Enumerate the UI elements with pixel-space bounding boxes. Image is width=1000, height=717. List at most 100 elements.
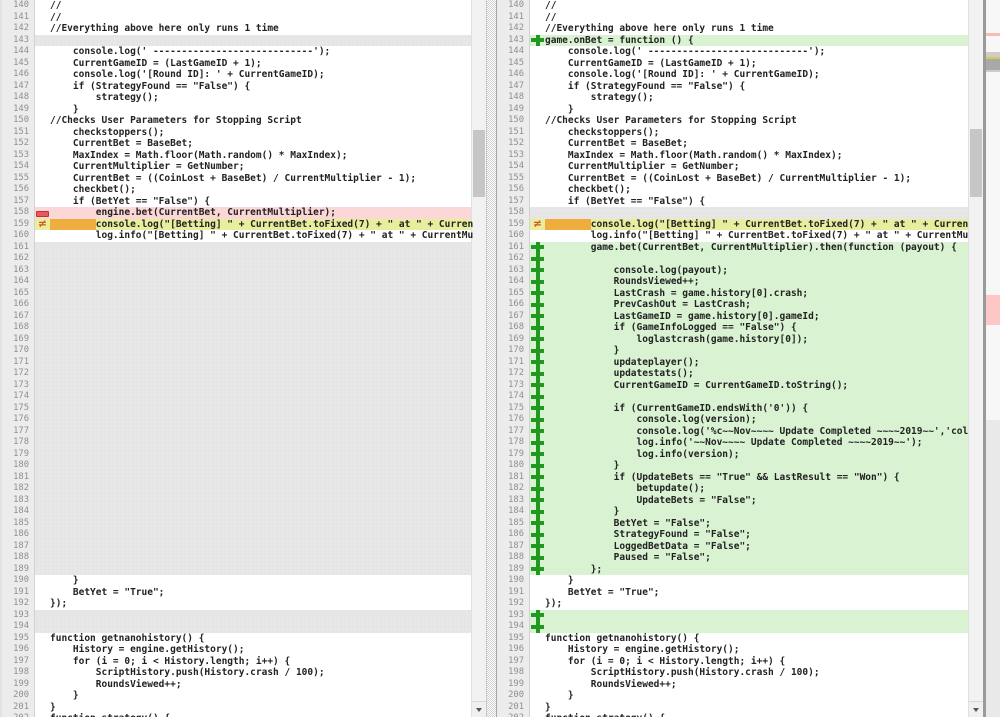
left-scrollbar-down-button[interactable] [472,701,486,717]
right-scrollbar-down-button[interactable] [969,701,983,717]
code-row[interactable]: 175 [2,403,473,415]
code-row[interactable]: 159 console.log("[Betting] " + CurrentBe… [497,219,968,231]
added-line-icon[interactable] [531,253,544,265]
code-row[interactable]: 176 console.log(version); [497,414,968,426]
added-line-icon[interactable] [531,288,544,300]
code-row[interactable]: 199 RoundsViewed++; [2,679,473,691]
code-row[interactable]: 169 [2,334,473,346]
code-row[interactable]: 185 BetYet = "False"; [497,518,968,530]
left-scrollbar[interactable] [471,0,486,717]
code-row[interactable]: 189 [2,564,473,576]
code-row[interactable]: 180 [2,460,473,472]
code-row[interactable]: 168 [2,322,473,334]
code-row[interactable]: 147 if (StrategyFound == "False") { [497,81,968,93]
code-row[interactable]: 201} [2,702,473,714]
code-row[interactable]: 183 [2,495,473,507]
added-line-icon[interactable] [531,518,544,530]
added-line-icon[interactable] [531,242,544,254]
code-row[interactable]: 150//Checks User Parameters for Stopping… [2,115,473,127]
added-line-icon[interactable] [531,311,544,323]
added-line-icon[interactable] [531,506,544,518]
code-row[interactable]: 196 History = engine.getHistory(); [2,644,473,656]
code-row[interactable]: 192}); [2,598,473,610]
code-row[interactable]: 173 [2,380,473,392]
code-row[interactable]: 177 [2,426,473,438]
code-row[interactable]: 195function getnanohistory() { [2,633,473,645]
code-row[interactable]: 157 if (BetYet == "False") { [497,196,968,208]
code-row[interactable]: 181 if (UpdateBets == "True" && LastResu… [497,472,968,484]
code-row[interactable]: 196 History = engine.getHistory(); [497,644,968,656]
code-row[interactable]: 200 } [497,690,968,702]
code-row[interactable]: 140// [497,0,968,12]
changed-line-icon[interactable] [531,219,544,231]
code-row[interactable]: 172 [2,368,473,380]
code-row[interactable]: 144 console.log(' ----------------------… [497,46,968,58]
code-row[interactable]: 178 log.info('~~Nov~~~~ Update Completed… [497,437,968,449]
code-row[interactable]: 172 updatestats(); [497,368,968,380]
code-row[interactable]: 170 [2,345,473,357]
added-line-icon[interactable] [531,391,544,403]
code-row[interactable]: 167 LastGameID = game.history[0].gameId; [497,311,968,323]
code-row[interactable]: 143game.onBet = function () { [497,35,968,47]
added-line-icon[interactable] [531,610,544,622]
code-row[interactable]: 165 [2,288,473,300]
code-row[interactable]: 202function strategy() { [2,713,473,717]
code-row[interactable]: 141// [2,12,473,24]
code-row[interactable]: 178 [2,437,473,449]
code-row[interactable]: 143 [2,35,473,47]
code-row[interactable]: 148 strategy(); [2,92,473,104]
added-line-icon[interactable] [531,334,544,346]
code-row[interactable]: 199 RoundsViewed++; [497,679,968,691]
diff-overview-map[interactable] [986,0,1000,717]
code-row[interactable]: 152 CurrentBet = BaseBet; [497,138,968,150]
code-row[interactable]: 187 [2,541,473,553]
code-row[interactable]: 182 [2,483,473,495]
code-row[interactable]: 142//Everything above here only runs 1 t… [2,23,473,35]
added-line-icon[interactable] [531,35,544,47]
added-line-icon[interactable] [531,541,544,553]
code-row[interactable]: 154 CurrentMultiplier = GetNumber; [497,161,968,173]
code-row[interactable]: 179 log.info(version); [497,449,968,461]
removed-line-icon[interactable] [36,211,49,217]
added-line-icon[interactable] [531,380,544,392]
code-row[interactable]: 164 RoundsViewed++; [497,276,968,288]
code-row[interactable]: 185 [2,518,473,530]
code-row[interactable]: 148 strategy(); [497,92,968,104]
added-line-icon[interactable] [531,529,544,541]
code-row[interactable]: 147 if (StrategyFound == "False") { [2,81,473,93]
code-row[interactable]: 186 [2,529,473,541]
code-row[interactable]: 145 CurrentGameID = (LastGameID + 1); [2,58,473,70]
code-row[interactable]: 174 [497,391,968,403]
code-row[interactable]: 153 MaxIndex = Math.floor(Math.random() … [497,150,968,162]
code-row[interactable]: 164 [2,276,473,288]
added-line-icon[interactable] [531,449,544,461]
code-row[interactable]: 159 console.log("[Betting] " + CurrentBe… [2,219,473,231]
code-row[interactable]: 174 [2,391,473,403]
code-row[interactable]: 171 updateplayer(); [497,357,968,369]
code-row[interactable]: 190 } [2,575,473,587]
code-row[interactable]: 169 loglastcrash(game.history[0]); [497,334,968,346]
code-row[interactable]: 176 [2,414,473,426]
code-row[interactable]: 154 CurrentMultiplier = GetNumber; [2,161,473,173]
added-line-icon[interactable] [531,299,544,311]
code-row[interactable]: 194 [2,621,473,633]
code-row[interactable]: 193 [497,610,968,622]
code-row[interactable]: 200 } [2,690,473,702]
code-row[interactable]: 193 [2,610,473,622]
added-line-icon[interactable] [531,322,544,334]
code-row[interactable]: 191 BetYet = "True"; [2,587,473,599]
code-row[interactable]: 157 if (BetYet == "False") { [2,196,473,208]
added-line-icon[interactable] [531,460,544,472]
code-row[interactable]: 158 [497,207,968,219]
added-line-icon[interactable] [531,552,544,564]
code-row[interactable]: 177 console.log('%c~~Nov~~~~ Update Comp… [497,426,968,438]
code-row[interactable]: 151 checkstoppers(); [2,127,473,139]
code-row[interactable]: 161 [2,242,473,254]
code-row[interactable]: 153 MaxIndex = Math.floor(Math.random() … [2,150,473,162]
code-row[interactable]: 170 } [497,345,968,357]
code-row[interactable]: 146 console.log('[Round ID]: ' + Current… [2,69,473,81]
added-line-icon[interactable] [531,368,544,380]
added-line-icon[interactable] [531,414,544,426]
code-row[interactable]: 155 CurrentBet = ((CoinLost + BaseBet) /… [497,173,968,185]
code-row[interactable]: 197 for (i = 0; i < History.length; i++)… [2,656,473,668]
